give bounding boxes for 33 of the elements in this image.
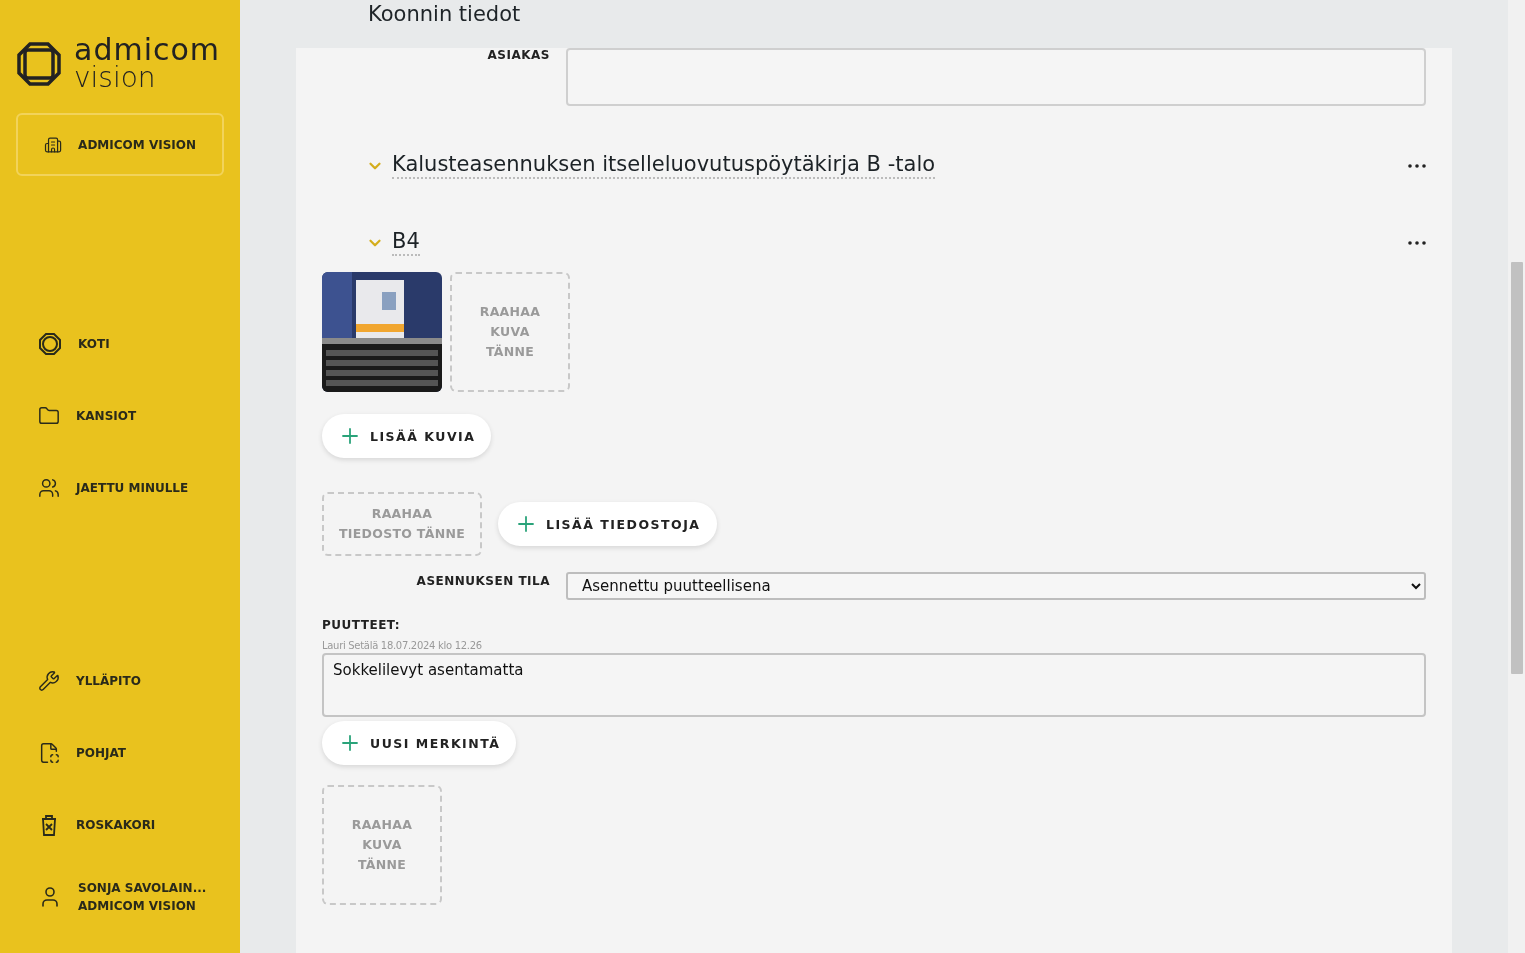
more-icon xyxy=(1408,163,1426,168)
sidebar-item[interactable]: JAETTU MINULLE xyxy=(16,452,224,525)
sidebar-item[interactable]: POHJAT xyxy=(16,717,224,789)
sidebar-item[interactable]: YLLÄPITO xyxy=(16,645,224,717)
more-button[interactable] xyxy=(1408,163,1426,168)
user-menu[interactable]: SONJA SAVOLAIN... ADMICOM VISION xyxy=(16,861,224,933)
status-select[interactable]: Asennettu puutteellisena xyxy=(566,572,1426,600)
new-entry-button[interactable]: UUSI MERKINTÄ xyxy=(322,721,517,765)
field-label: ASENNUKSEN TILA xyxy=(415,573,550,588)
users-icon xyxy=(38,477,60,500)
logo-text: admicom xyxy=(74,36,221,65)
section-title: Kalusteasennuksen itselleluovutuspöytäkirja B -talo xyxy=(392,152,936,179)
wrench-icon xyxy=(38,670,60,692)
octagon-icon xyxy=(38,332,62,357)
sidebar-item[interactable]: KANSIOT xyxy=(16,380,224,453)
add-files-button[interactable]: LISÄÄ TIEDOSTOJA xyxy=(498,502,717,546)
page-title: Koonnin tiedot xyxy=(368,1,521,28)
customer-field[interactable] xyxy=(566,48,1426,106)
sidebar-item[interactable]: KOTI xyxy=(16,308,224,381)
more-button[interactable] xyxy=(1408,240,1426,245)
entry-meta: Lauri Setälä 18.07.2024 klo 12.26 xyxy=(322,640,483,651)
scrollbar[interactable] xyxy=(1508,0,1525,953)
file-scan-icon xyxy=(38,742,60,764)
logo-text: vision xyxy=(74,64,157,92)
more-icon xyxy=(1408,240,1426,245)
defects-field[interactable]: Sokkelilevyt asentamatta xyxy=(322,653,1426,717)
field-label: PUUTTEET: xyxy=(322,618,402,632)
section-title: B4 xyxy=(392,229,420,256)
add-images-button[interactable]: LISÄÄ KUVIA xyxy=(322,414,492,458)
field-label: ASIAKAS xyxy=(486,48,550,62)
sidebar-item[interactable]: ROSKAKORI xyxy=(16,789,224,861)
logo-icon xyxy=(16,40,62,87)
organization-button[interactable]: ADMICOM VISION xyxy=(16,113,224,177)
